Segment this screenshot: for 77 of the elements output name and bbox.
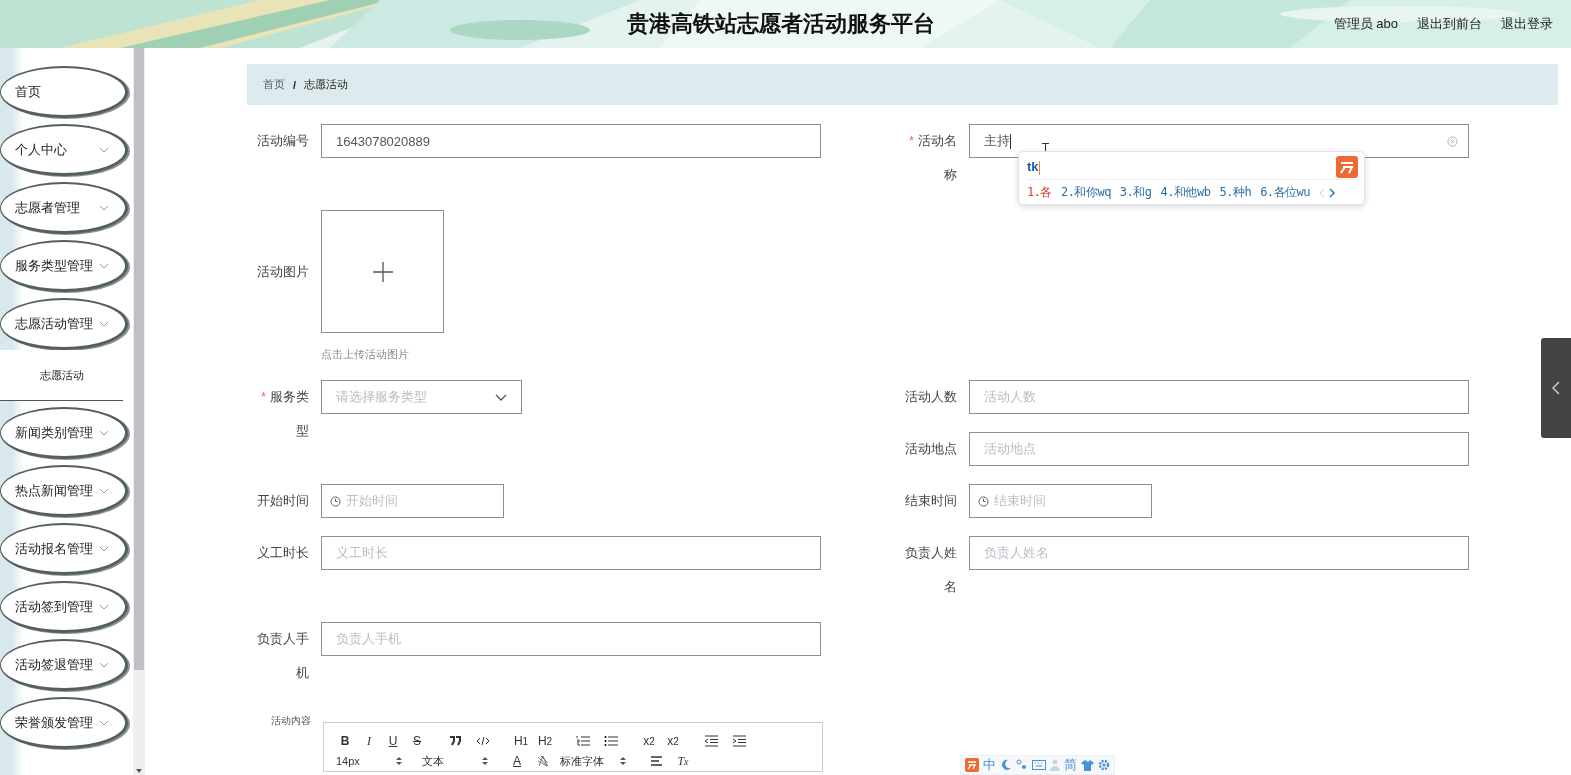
field-label: 活动内容 <box>270 714 311 728</box>
ime-logo-icon <box>1336 156 1358 178</box>
keyboard-icon[interactable] <box>1032 760 1046 770</box>
toolbar-select[interactable]: 标准字体 <box>558 751 628 771</box>
chevron-down-icon <box>99 545 109 552</box>
field-label: 活动人数 <box>904 388 957 406</box>
breadcrumb-item[interactable]: 志愿活动 <box>304 77 349 92</box>
field-label: 负责人姓名 <box>904 544 957 596</box>
ime-candidate[interactable]: 1.各 <box>1027 184 1052 201</box>
updown-arrows-icon <box>396 756 402 766</box>
toolbar-select[interactable]: 文本 <box>420 751 490 771</box>
sidebar-item[interactable]: 志愿者管理 <box>0 182 128 234</box>
ime-candidate[interactable]: 6.各位wu <box>1260 184 1311 201</box>
scroll-down-icon[interactable] <box>136 769 142 773</box>
sidebar-item[interactable]: 个人中心 <box>0 124 128 176</box>
header-link[interactable]: 退出登录 <box>1501 15 1553 33</box>
site-title: 贵港高铁站志愿者活动服务平台 <box>626 10 935 38</box>
breadcrumb-item[interactable]: 首页 <box>263 77 285 92</box>
field-label: 活动地点 <box>904 440 957 458</box>
font-color-button[interactable]: A <box>506 751 528 771</box>
chevron-down-icon <box>99 146 109 153</box>
clock-icon <box>330 495 341 507</box>
settings-icon[interactable] <box>1098 759 1110 771</box>
toolbar-select[interactable]: 14px <box>334 751 404 771</box>
sidebar-item[interactable]: 志愿活动管理 <box>0 298 128 350</box>
upload-hint: 点击上传活动图片 <box>321 347 410 362</box>
chevron-down-icon <box>99 661 109 668</box>
sidebar-item[interactable]: 热点新闻管理 <box>0 465 128 517</box>
ime-candidate[interactable]: 4.和他wb <box>1160 184 1211 201</box>
ime-composition: tk <box>1027 159 1040 175</box>
field-label: * 服务类型 <box>259 388 309 440</box>
moon-icon[interactable] <box>1000 759 1012 771</box>
sidebar-item[interactable]: 首页 <box>0 66 128 118</box>
field-label: 开始时间 <box>256 492 309 510</box>
chevron-down-icon <box>495 393 507 401</box>
field-label: 负责人手机 <box>256 630 309 682</box>
field-label: 结束时间 <box>904 492 957 510</box>
admin-user: 管理员 abo <box>1333 15 1398 33</box>
field-label: 活动编号 <box>256 132 309 150</box>
toolbar-button[interactable]: B <box>334 731 356 751</box>
sidebar-item[interactable]: 荣誉颁发管理 <box>0 697 128 749</box>
shirt-icon[interactable] <box>1081 759 1094 771</box>
sidebar-item[interactable]: 活动报名管理 <box>0 523 128 575</box>
clock-icon <box>978 495 989 507</box>
ime-candidate[interactable]: 5.种h <box>1219 184 1252 201</box>
updown-arrows-icon <box>620 756 626 766</box>
chevron-down-icon <box>99 487 109 494</box>
ime-candidate[interactable]: 2.和你wq <box>1060 184 1111 201</box>
ime-candidate[interactable]: 3.和g <box>1119 184 1152 201</box>
chevron-down-icon <box>99 719 109 726</box>
scrollbar-thumb[interactable] <box>134 48 144 670</box>
toolbar-button[interactable]: U <box>382 731 404 751</box>
sidebar-item[interactable]: 服务类型管理 <box>0 240 128 292</box>
chevron-left-icon <box>1552 381 1560 395</box>
breadcrumb-separator: / <box>293 78 297 91</box>
field-label: 活动图片 <box>256 263 309 281</box>
clear-icon[interactable] <box>1447 136 1458 147</box>
field-label: 义工时长 <box>256 544 309 562</box>
chevron-down-icon <box>99 320 109 327</box>
header-link[interactable]: 退出到前台 <box>1417 15 1482 33</box>
ime-logo-icon[interactable] <box>965 758 979 772</box>
toolbar-button[interactable]: I <box>358 731 380 751</box>
punctuation-icon[interactable] <box>1016 759 1028 771</box>
chevron-down-icon <box>99 429 109 436</box>
chevron-down-icon <box>99 204 109 211</box>
updown-arrows-icon <box>482 756 488 766</box>
image-upload[interactable] <box>321 210 444 333</box>
sidebar-item[interactable]: 活动签到管理 <box>0 581 128 633</box>
text-input[interactable]: 1643078020889 <box>321 124 821 158</box>
plus-icon <box>372 261 393 282</box>
field-label: * 活动名称 <box>907 132 957 184</box>
toolbar-button[interactable]: S <box>406 731 428 751</box>
chevron-down-icon <box>99 262 109 269</box>
sidebar-item[interactable]: 新闻类别管理 <box>0 407 128 459</box>
sidebar-item[interactable]: 活动签退管理 <box>0 639 128 691</box>
sidebar-subitem[interactable]: 志愿活动 <box>0 350 123 401</box>
chevron-down-icon <box>99 603 109 610</box>
